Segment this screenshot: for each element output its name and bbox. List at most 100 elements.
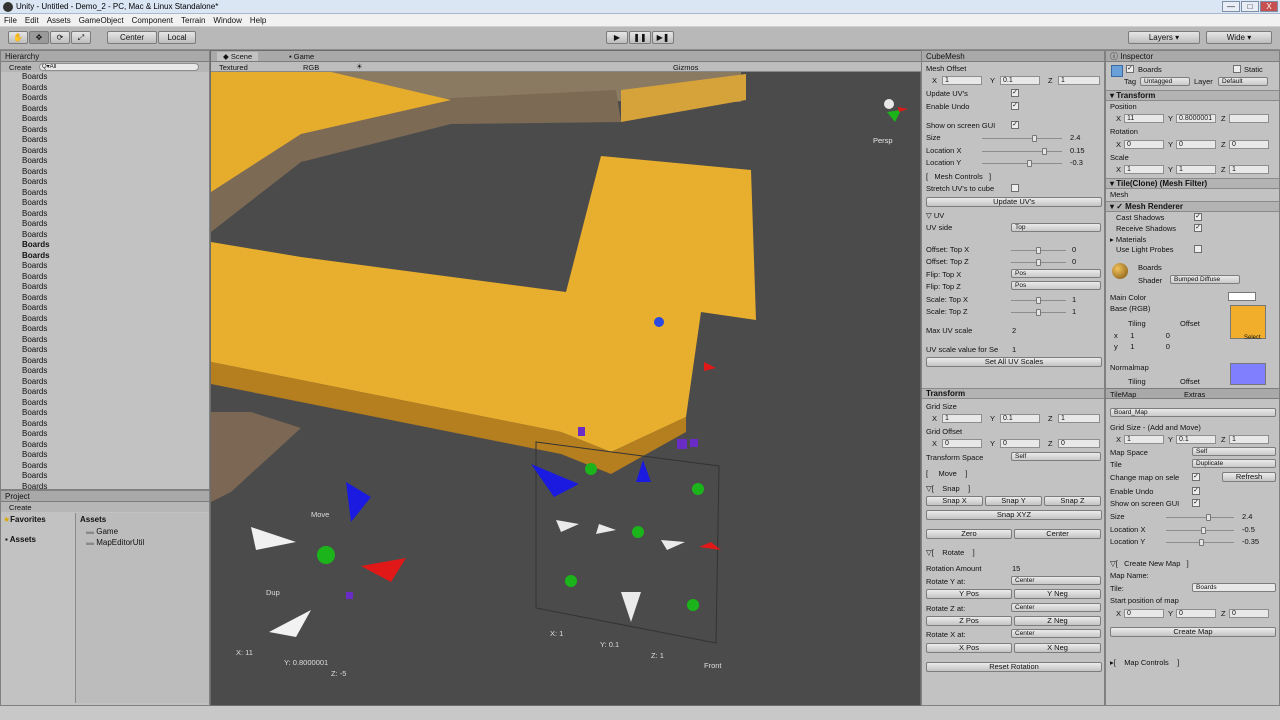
gizmos-dropdown[interactable]: Gizmos: [673, 63, 698, 72]
tilemap-grid-z-field[interactable]: 1: [1229, 435, 1269, 444]
rotation-y-field[interactable]: 0: [1176, 140, 1216, 149]
menu-gameobject[interactable]: GameObject: [75, 14, 128, 25]
hand-tool-button[interactable]: ✋: [8, 31, 28, 44]
rotate-y-dropdown[interactable]: Center: [1011, 576, 1101, 585]
main-color-swatch[interactable]: [1228, 292, 1256, 301]
offset-top-z-value[interactable]: 0: [1072, 257, 1076, 266]
rotate-foldout[interactable]: ▽[ Rotate ]: [926, 548, 975, 557]
hierarchy-item[interactable]: Boards: [1, 251, 209, 262]
max-uv-value[interactable]: 2: [1012, 326, 1016, 335]
menu-assets[interactable]: Assets: [43, 14, 75, 25]
tab-tilemap[interactable]: TileMap: [1110, 390, 1136, 399]
hierarchy-item[interactable]: Boards: [1, 240, 209, 251]
create-map-button[interactable]: Create Map: [1110, 627, 1276, 637]
hierarchy-item[interactable]: Boards: [1, 198, 209, 209]
snap-z-button[interactable]: Snap Z: [1044, 496, 1101, 506]
stretch-uvs-checkbox[interactable]: [1011, 184, 1019, 192]
texture-select-button[interactable]: Select: [1244, 335, 1261, 341]
layers-dropdown[interactable]: Layers ▾: [1128, 31, 1200, 44]
hierarchy-item[interactable]: Boards: [1, 167, 209, 178]
hierarchy-item[interactable]: Boards: [1, 93, 209, 104]
start-x-field[interactable]: 0: [1124, 609, 1164, 618]
project-create-button[interactable]: Create: [9, 503, 32, 512]
lighting-toggle-icon[interactable]: ☀: [356, 62, 363, 71]
scale-x-field[interactable]: 1: [1124, 165, 1164, 174]
position-x-field[interactable]: 11: [1124, 114, 1164, 123]
scale-y-field[interactable]: 1: [1176, 165, 1216, 174]
gameobject-name-field[interactable]: Boards: [1138, 65, 1162, 74]
rotate-x-dropdown[interactable]: Center: [1011, 629, 1101, 638]
cast-shadows-checkbox[interactable]: ✓: [1194, 213, 1202, 221]
transform-space-dropdown[interactable]: Self: [1011, 452, 1101, 461]
refresh-button[interactable]: Refresh: [1222, 472, 1276, 482]
tilemap-show-gui-checkbox[interactable]: ✓: [1192, 499, 1200, 507]
update-uvs-button[interactable]: Update UV's: [926, 197, 1102, 207]
uv-side-dropdown[interactable]: Top: [1011, 223, 1101, 232]
offset-top-z-slider[interactable]: [1011, 259, 1066, 266]
hierarchy-item[interactable]: Boards: [1, 324, 209, 335]
loc-y-slider[interactable]: [982, 160, 1062, 167]
flip-top-x-dropdown[interactable]: Pos: [1011, 269, 1101, 278]
loc-x-slider[interactable]: [982, 148, 1062, 155]
close-button[interactable]: X: [1260, 1, 1278, 12]
hierarchy-item[interactable]: Boards: [1, 282, 209, 293]
hierarchy-item[interactable]: Boards: [1, 156, 209, 167]
transform-tool-header[interactable]: Transform: [922, 388, 1104, 399]
menu-component[interactable]: Component: [128, 14, 177, 25]
mesh-offset-x-field[interactable]: 1: [942, 76, 982, 85]
rotation-x-field[interactable]: 0: [1124, 140, 1164, 149]
loc-x-value[interactable]: 0.15: [1070, 146, 1085, 155]
y-neg-button[interactable]: Y Neg: [1014, 589, 1101, 599]
persp-label[interactable]: Persp: [873, 136, 893, 145]
hierarchy-item[interactable]: Boards: [1, 303, 209, 314]
project-tab[interactable]: Project: [1, 491, 209, 502]
tilemap-loc-x-slider[interactable]: [1166, 527, 1234, 534]
maximize-button[interactable]: □: [1241, 1, 1259, 12]
snap-y-button[interactable]: Snap Y: [985, 496, 1042, 506]
zero-button[interactable]: Zero: [926, 529, 1012, 539]
hierarchy-item[interactable]: Boards: [1, 440, 209, 451]
scale-top-x-slider[interactable]: [1011, 297, 1066, 304]
pivot-local-button[interactable]: Local: [158, 31, 196, 44]
scale-tool-button[interactable]: ⤢: [71, 31, 91, 44]
x-pos-button[interactable]: X Pos: [926, 643, 1012, 653]
mesh-controls-foldout[interactable]: [ Mesh Controls ]: [926, 172, 991, 181]
grid-size-y-field[interactable]: 0.1: [1000, 414, 1040, 423]
tilemap-size-value[interactable]: 2.4: [1242, 512, 1252, 521]
snap-x-button[interactable]: Snap X: [926, 496, 983, 506]
receive-shadows-checkbox[interactable]: ✓: [1194, 224, 1202, 232]
active-checkbox[interactable]: ✓: [1126, 65, 1134, 73]
hierarchy-item[interactable]: Boards: [1, 366, 209, 377]
z-neg-button[interactable]: Z Neg: [1014, 616, 1101, 626]
play-button[interactable]: ▶: [606, 31, 628, 44]
hierarchy-item[interactable]: Boards: [1, 177, 209, 188]
map-space-dropdown[interactable]: Self: [1192, 447, 1276, 456]
tilemap-loc-y-slider[interactable]: [1166, 539, 1234, 546]
favorites-item[interactable]: ★Favorites: [3, 515, 46, 524]
tilemap-grid-y-field[interactable]: 0.1: [1176, 435, 1216, 444]
center-button[interactable]: Center: [1014, 529, 1101, 539]
grid-size-z-field[interactable]: 1: [1058, 414, 1100, 423]
start-z-field[interactable]: 0: [1229, 609, 1269, 618]
menu-file[interactable]: File: [0, 14, 21, 25]
scale-top-x-value[interactable]: 1: [1072, 295, 1076, 304]
menu-window[interactable]: Window: [209, 14, 245, 25]
rotate-z-dropdown[interactable]: Center: [1011, 603, 1101, 612]
channel-dropdown[interactable]: RGB: [303, 63, 319, 72]
size-value[interactable]: 2.4: [1070, 133, 1080, 142]
static-checkbox[interactable]: [1233, 65, 1241, 73]
hierarchy-item[interactable]: Boards: [1, 314, 209, 325]
size-slider[interactable]: [982, 135, 1062, 142]
move-foldout[interactable]: [ Move ]: [926, 469, 967, 478]
materials-foldout[interactable]: ▸ Materials: [1110, 235, 1146, 244]
tilemap-loc-x-value[interactable]: -0.5: [1242, 525, 1255, 534]
hierarchy-item[interactable]: Boards: [1, 450, 209, 461]
tilemap-loc-y-value[interactable]: -0.35: [1242, 537, 1259, 546]
step-button[interactable]: ▶❚: [652, 31, 674, 44]
hierarchy-item[interactable]: Boards: [1, 471, 209, 482]
hierarchy-item[interactable]: Boards: [1, 377, 209, 388]
tilemap-enable-undo-checkbox[interactable]: ✓: [1192, 487, 1200, 495]
hierarchy-item[interactable]: Boards: [1, 125, 209, 136]
scene-viewport[interactable]: [211, 72, 920, 705]
menu-terrain[interactable]: Terrain: [177, 14, 209, 25]
